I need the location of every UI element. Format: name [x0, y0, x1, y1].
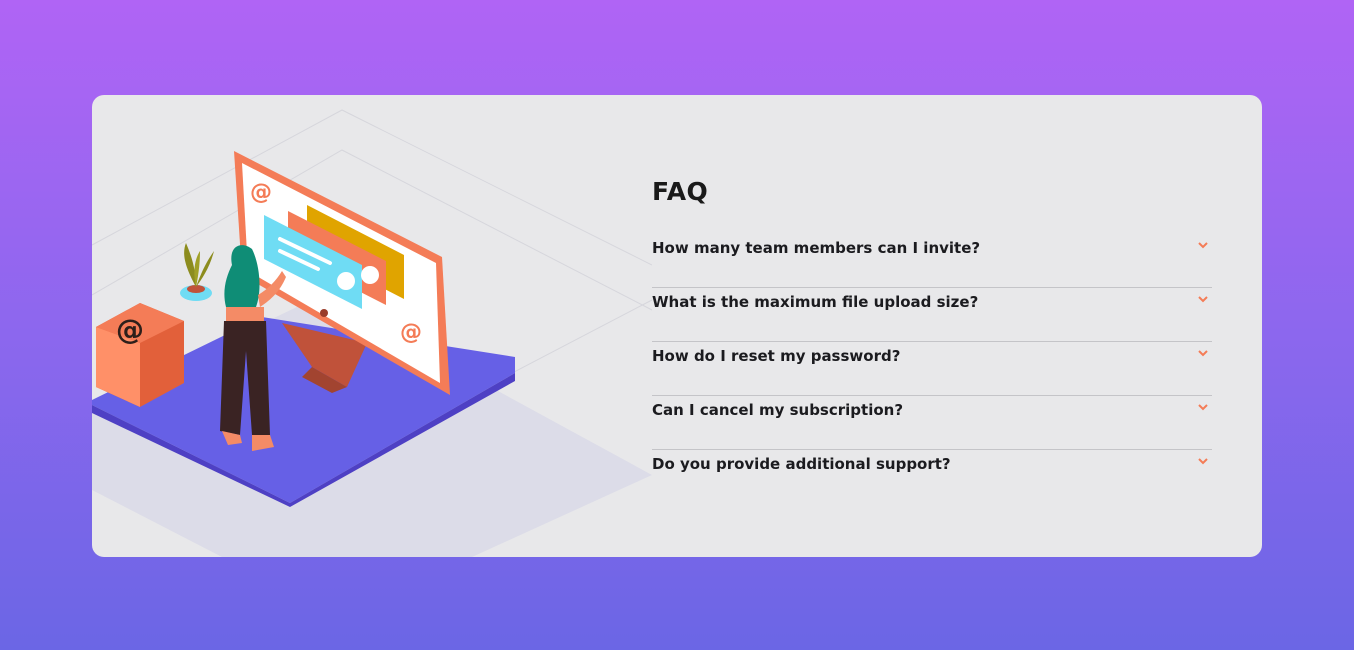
faq-question: Do you provide additional support? — [652, 455, 951, 473]
svg-text:@: @ — [116, 313, 144, 346]
faq-card: @ @ @ FAQ How many team members can I in… — [92, 95, 1262, 557]
chevron-down-icon[interactable] — [1198, 240, 1208, 250]
page-title: FAQ — [652, 177, 709, 206]
faq-item[interactable]: What is the maximum file upload size? — [652, 288, 1212, 342]
chevron-down-icon[interactable] — [1198, 402, 1208, 412]
faq-item[interactable]: Do you provide additional support? — [652, 450, 1212, 504]
faq-question: Can I cancel my subscription? — [652, 401, 904, 419]
faq-item[interactable]: How do I reset my password? — [652, 342, 1212, 396]
faq-question: How many team members can I invite? — [652, 239, 981, 257]
svg-text:@: @ — [400, 320, 422, 345]
faq-question: What is the maximum file upload size? — [652, 293, 979, 311]
woman-online-illustration: @ @ @ — [92, 109, 652, 557]
faq-item[interactable]: Can I cancel my subscription? — [652, 396, 1212, 450]
faq-question: How do I reset my password? — [652, 347, 901, 365]
chevron-down-icon[interactable] — [1198, 456, 1208, 466]
chevron-down-icon[interactable] — [1198, 348, 1208, 358]
faq-list: How many team members can I invite? What… — [652, 234, 1212, 504]
faq-section: FAQ How many team members can I invite? … — [652, 177, 1212, 504]
svg-text:@: @ — [250, 180, 272, 205]
faq-item[interactable]: How many team members can I invite? — [652, 234, 1212, 288]
chevron-down-icon[interactable] — [1198, 294, 1208, 304]
